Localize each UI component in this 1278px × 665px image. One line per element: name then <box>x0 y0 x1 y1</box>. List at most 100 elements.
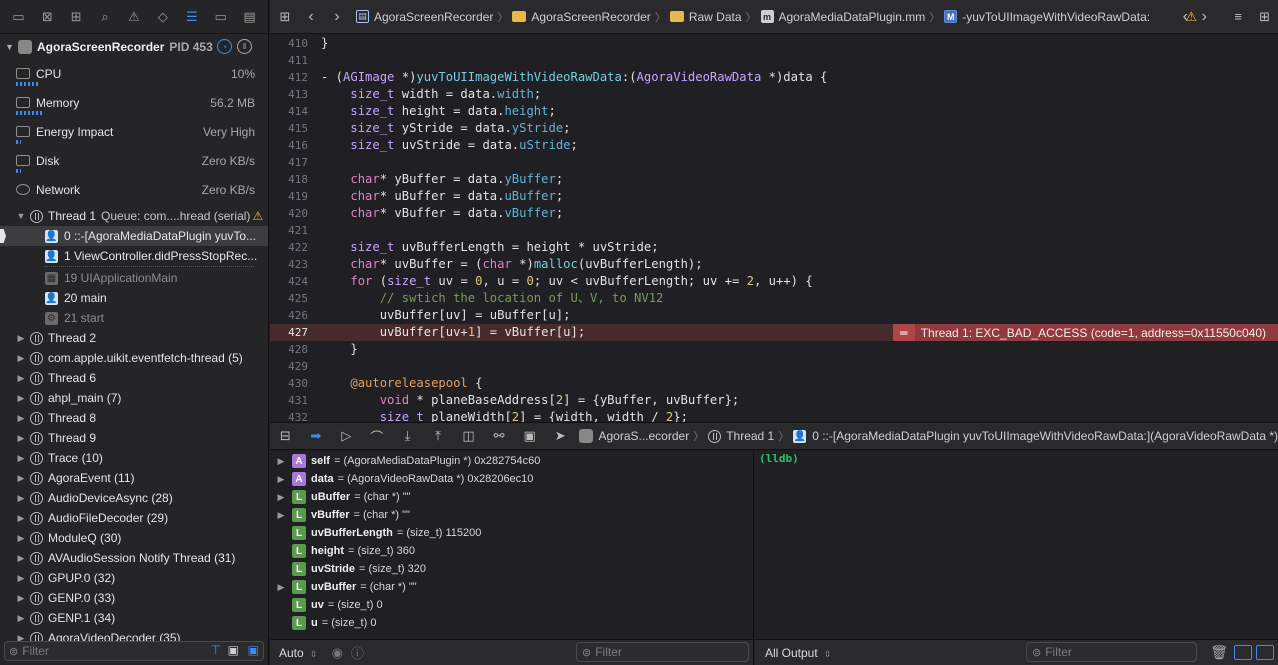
view-options-icon[interactable]: ▣ <box>228 643 239 657</box>
add-editor-icon[interactable]: ⊞ <box>1259 9 1270 25</box>
code-text[interactable]: size_t yStride = data.yStride; <box>321 120 570 137</box>
breadcrumb-group[interactable]: AgoraScreenRecorder 〉 <box>512 9 669 25</box>
step-out-icon[interactable]: ⤒ <box>423 428 454 444</box>
code-text[interactable]: } <box>321 35 328 52</box>
disclosure-open-icon[interactable]: ▼ <box>16 211 26 221</box>
code-text[interactable]: char* uvBuffer = (char *)malloc(uvBuffer… <box>321 256 702 273</box>
code-text[interactable]: size_t height = data.height; <box>321 103 555 120</box>
view-hierarchy-icon[interactable]: ◫ <box>453 428 484 444</box>
show-variables-icon[interactable] <box>1234 645 1252 660</box>
debug-crumb-process[interactable]: AgoraS...ecorder 〉 <box>579 428 708 444</box>
variables-view[interactable]: ▶ Aself = (AgoraMediaDataPlugin *) 0x28275… <box>270 451 754 639</box>
variable-row[interactable]: ▶ Adata = (AgoraVideoRawData *) 0x28206ec1… <box>270 470 754 488</box>
report-icon[interactable]: ▤ <box>235 4 264 30</box>
code-line[interactable]: 417 <box>270 154 1278 171</box>
stack-frame-row[interactable]: ⚙ 21 start <box>0 308 268 328</box>
disclosure-closed-icon[interactable]: ▶ <box>270 474 292 485</box>
code-text[interactable]: char* yBuffer = data.yBuffer; <box>321 171 563 188</box>
related-items-icon[interactable]: ⊞ <box>272 9 298 25</box>
code-line[interactable]: 428 } <box>270 341 1278 358</box>
step-over-icon[interactable]: ⌒ <box>362 427 393 446</box>
code-line[interactable]: 420 char* vBuffer = data.vBuffer; <box>270 205 1278 222</box>
code-line[interactable]: 413 size_t width = data.width; <box>270 86 1278 103</box>
variable-row[interactable]: Lu = (size_t) 0 <box>270 614 754 632</box>
code-text[interactable]: size_t uvStride = data.uStride; <box>321 137 578 154</box>
code-line[interactable]: 410} <box>270 35 1278 52</box>
code-text[interactable]: // swtich the location of U、V, to NV12 <box>321 290 664 307</box>
variables-filter[interactable]: ⊜ <box>576 642 749 662</box>
line-number[interactable]: 417 <box>270 154 308 171</box>
disclosure-closed-icon[interactable]: ▶ <box>16 333 26 344</box>
line-number[interactable]: 422 <box>270 239 308 256</box>
code-line[interactable]: 424 for (size_t uv = 0, u = 0; uv < uvBu… <box>270 273 1278 290</box>
issue-icon[interactable]: ⚠ <box>120 4 149 30</box>
code-line[interactable]: 422 size_t uvBufferLength = height * uvS… <box>270 239 1278 256</box>
debug-navigator-icon[interactable]: ☰ <box>177 4 206 30</box>
thread-row[interactable]: ▶ ModuleQ (30) <box>0 528 268 548</box>
code-line[interactable]: 430 @autoreleasepool { <box>270 375 1278 392</box>
code-line[interactable]: 431 void * planeBaseAddress[2] = {yBuffe… <box>270 392 1278 409</box>
location-icon[interactable]: ➤ <box>545 428 576 444</box>
trash-icon[interactable]: 🗑 <box>1210 644 1228 661</box>
thread-row[interactable]: ▶ Thread 8 <box>0 408 268 428</box>
disclosure-open-icon[interactable]: ▼ <box>5 42 15 52</box>
thread-row[interactable]: ▶ ahpl_main (7) <box>0 388 268 408</box>
code-text[interactable]: size_t uvBufferLength = height * uvStrid… <box>321 239 658 256</box>
code-text[interactable]: void * planeBaseAddress[2] = {yBuffer, u… <box>321 392 740 409</box>
disclosure-closed-icon[interactable]: ▶ <box>16 453 26 464</box>
code-text[interactable]: char* uBuffer = data.uBuffer; <box>321 188 563 205</box>
variable-row[interactable]: ▶ Aself = (AgoraMediaDataPlugin *) 0x28275… <box>270 452 754 470</box>
stack-frame-row[interactable]: ▦ 19 UIApplicationMain <box>0 268 268 288</box>
line-number[interactable]: 423 <box>270 256 308 273</box>
disclosure-closed-icon[interactable]: ▶ <box>16 353 26 364</box>
line-number[interactable]: 412 <box>270 69 308 86</box>
variable-row[interactable]: ▶ LuvBuffer = (char *) "" <box>270 578 754 596</box>
stack-frame-row[interactable]: 👤 1 ViewController.didPressStopRec... <box>0 246 268 266</box>
line-number[interactable]: 424 <box>270 273 308 290</box>
disclosure-closed-icon[interactable]: ▶ <box>270 510 292 521</box>
thread-row[interactable]: ▶ GENP.0 (33) <box>0 588 268 608</box>
user-frames-icon[interactable]: ▣ <box>248 643 259 657</box>
code-line[interactable]: 429 <box>270 358 1278 375</box>
step-into-icon[interactable]: ⤓ <box>392 428 423 444</box>
navigator-filter-input[interactable] <box>22 644 173 658</box>
thread-1-row[interactable]: ▼ Thread 1 Queue: com....hread (serial) … <box>0 206 268 226</box>
variable-row[interactable]: Luv = (size_t) 0 <box>270 596 754 614</box>
code-line[interactable]: 425 // swtich the location of U、V, to NV… <box>270 290 1278 307</box>
warning-icon[interactable]: ⚠ <box>1185 9 1197 25</box>
info-icon[interactable]: ⓘ <box>351 643 364 662</box>
disclosure-closed-icon[interactable]: ▶ <box>16 533 26 544</box>
disclosure-closed-icon[interactable]: ▶ <box>16 593 26 604</box>
code-text[interactable]: - (AGImage *)yuvToUIImageWithVideoRawDat… <box>321 69 827 86</box>
gauge-memory[interactable]: Memory 56.2 MB <box>0 91 268 120</box>
stack-frame-row[interactable]: 👤 0 ::-[AgoraMediaDataPlugin yuvTo... <box>0 226 268 246</box>
code-text[interactable]: } <box>321 341 357 358</box>
environment-overrides-icon[interactable]: ▣ <box>514 428 545 444</box>
next-issue-icon[interactable]: › <box>1202 8 1207 26</box>
gauge-icon[interactable]: ◔ <box>217 39 232 54</box>
back-icon[interactable]: ‹ <box>298 8 324 26</box>
code-line[interactable]: 412 - (AGImage *)yuvToUIImageWithVideoRaw… <box>270 69 1278 86</box>
find-icon[interactable]: ⌕ <box>91 4 120 30</box>
debug-crumb-frame[interactable]: 👤 0 ::-[AgoraMediaDataPlugin yuvToUIImag… <box>793 429 1278 443</box>
disclosure-closed-icon[interactable]: ▶ <box>16 433 26 444</box>
thread-row[interactable]: ▶ AudioDeviceAsync (28) <box>0 488 268 508</box>
crashed-only-icon[interactable]: ⊤ <box>211 643 221 657</box>
thread-row[interactable]: ▶ Thread 6 <box>0 368 268 388</box>
code-line[interactable]: 411 <box>270 52 1278 69</box>
line-number[interactable]: 419 <box>270 188 308 205</box>
forward-icon[interactable]: › <box>324 8 350 26</box>
disclosure-closed-icon[interactable]: ▶ <box>270 456 292 467</box>
disclosure-closed-icon[interactable]: ▶ <box>16 393 26 404</box>
code-line[interactable]: 426 uvBuffer[uv] = uBuffer[u]; <box>270 307 1278 324</box>
disclosure-closed-icon[interactable]: ▶ <box>16 573 26 584</box>
thread-row[interactable]: ▶ Thread 9 <box>0 428 268 448</box>
thread-row[interactable]: ▶ AudioFileDecoder (29) <box>0 508 268 528</box>
thread-row[interactable]: ▶ Trace (10) <box>0 448 268 468</box>
code-text[interactable]: char* vBuffer = data.vBuffer; <box>321 205 563 222</box>
symbol-icon[interactable]: ⊞ <box>62 4 91 30</box>
code-line[interactable]: 423 char* uvBuffer = (char *)malloc(uvBu… <box>270 256 1278 273</box>
folder-icon[interactable]: ▭ <box>4 4 33 30</box>
code-text[interactable]: size_t width = data.width; <box>321 86 541 103</box>
thread-row[interactable]: ▶ GPUP.0 (32) <box>0 568 268 588</box>
